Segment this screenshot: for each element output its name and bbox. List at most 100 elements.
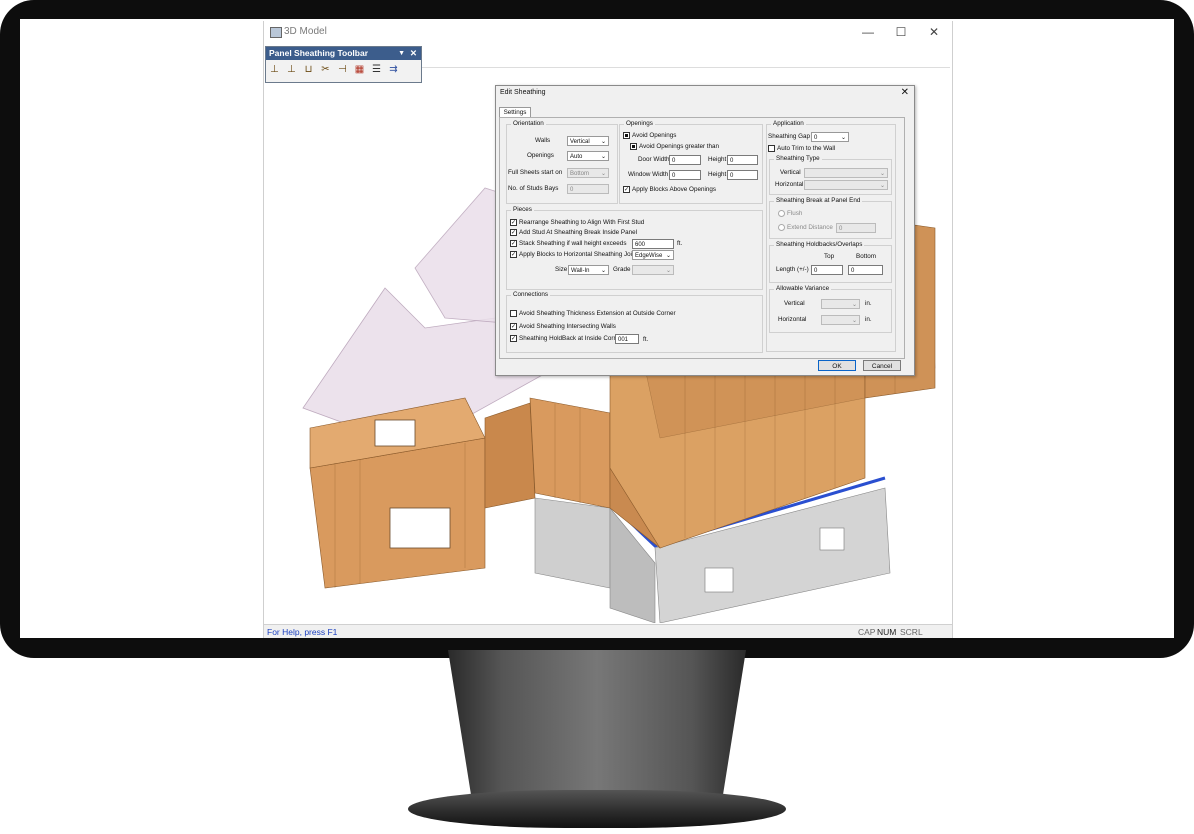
apply-blocks-checkbox[interactable]: ✓: [510, 251, 517, 258]
avoid-thickness-checkbox[interactable]: [510, 310, 517, 317]
basement-window-1: [704, 567, 734, 593]
window-width-input[interactable]: 0: [669, 170, 701, 180]
pieces-group: Pieces ✓ Rearrange Sheathing to Align Wi…: [506, 206, 763, 290]
gap-select[interactable]: 0 ⌄: [811, 132, 849, 142]
door-height-input[interactable]: 0: [727, 155, 758, 165]
application-label: Application: [771, 120, 806, 127]
apply-blocks-above-checkbox[interactable]: ✓: [623, 186, 630, 193]
auto-trim-checkbox[interactable]: [768, 145, 775, 152]
sheathing-type-group: Sheathing Type Vertical ⌄ Horizontal ⌄: [769, 155, 892, 195]
status-bar: For Help, press F1 CAP NUM SCRL: [264, 624, 952, 638]
openings-orient-value: Auto: [570, 154, 583, 160]
wall-center: [529, 397, 611, 509]
walls-label: Walls: [535, 137, 551, 144]
stack-checkbox[interactable]: ✓: [510, 240, 517, 247]
studs-bays-label: No. of Studs Bays: [508, 185, 559, 192]
rearrange-checkbox[interactable]: ✓: [510, 219, 517, 226]
trim-icon[interactable]: ✂: [319, 63, 332, 76]
bottom-label: Bottom: [856, 253, 876, 260]
basement-window-2: [819, 527, 845, 551]
ok-button[interactable]: OK: [818, 360, 856, 371]
extend-distance-label: Extend Distance: [787, 224, 833, 231]
app-icon: [270, 27, 282, 38]
toolbar-title: Panel Sheathing Toolbar: [269, 48, 369, 58]
add-sheathing-icon[interactable]: ⊥: [268, 63, 281, 76]
maximize-button[interactable]: ☐: [892, 24, 910, 40]
holdback-label: Sheathing HoldBack at Inside Corner: [519, 335, 623, 342]
move-icon[interactable]: ⊣: [336, 63, 349, 76]
walls-select[interactable]: Vertical ⌄: [567, 136, 609, 146]
var-horizontal-unit: in.: [865, 316, 872, 323]
vertical-label: Vertical: [780, 169, 801, 176]
flush-radio[interactable]: [778, 210, 785, 217]
add-stud-checkbox[interactable]: ✓: [510, 229, 517, 236]
avoid-greater-checkbox[interactable]: [630, 143, 637, 150]
num-indicator: NUM: [877, 627, 897, 637]
walls-value: Vertical: [570, 139, 590, 145]
avoid-openings-checkbox[interactable]: [623, 132, 630, 139]
toolbar-titlebar[interactable]: Panel Sheathing Toolbar ▼ ✕: [266, 47, 421, 60]
toolbar-close-icon[interactable]: ✕: [410, 47, 417, 60]
var-vertical-label: Vertical: [784, 300, 805, 307]
horizontal-type-select[interactable]: ⌄: [804, 180, 888, 190]
add-piece-icon[interactable]: ⊥: [285, 63, 298, 76]
toolbar-dropdown-icon[interactable]: ▼: [398, 47, 405, 60]
length-top-input[interactable]: 0: [811, 265, 843, 275]
avoid-thickness-label: Avoid Sheathing Thickness Extension at O…: [519, 310, 676, 317]
size-value: Wall-In: [571, 268, 590, 274]
extend-distance-input[interactable]: 0: [836, 223, 876, 233]
grade-label: Grade: [613, 266, 631, 273]
orientation-group: Orientation Walls Vertical ⌄ Openings Aut…: [506, 120, 618, 204]
connections-label: Connections: [511, 291, 551, 298]
extend-radio[interactable]: [778, 224, 785, 231]
window-height-input[interactable]: 0: [727, 170, 758, 180]
minimize-button[interactable]: —: [859, 24, 877, 40]
length-bottom-input[interactable]: 0: [848, 265, 883, 275]
foundation-left: [534, 497, 611, 589]
dialog-close-icon[interactable]: ✕: [901, 87, 909, 98]
monitor-screen: 3D Model — ☐ ✕ For Help, press F1 CAP NU…: [20, 19, 1174, 638]
length-label: Length (+/-): [776, 266, 809, 273]
apply-blocks-label: Apply Blocks to Horizontal Sheathing Joi…: [519, 251, 641, 258]
gap-value: 0: [814, 135, 818, 141]
holdbacks-label: Sheathing Holdbacks/Overlaps: [774, 241, 865, 248]
full-sheets-select[interactable]: Bottom ⌄: [567, 168, 609, 178]
stack-unit: ft.: [677, 240, 683, 247]
top-label: Top: [824, 253, 835, 260]
split-icon[interactable]: ⊔: [302, 63, 315, 76]
close-button[interactable]: ✕: [925, 24, 943, 40]
studs-bays-input[interactable]: 0: [567, 184, 609, 194]
settings-tab-pane: Orientation Walls Vertical ⌄ Openings Aut…: [499, 117, 905, 359]
avoid-intersecting-label: Avoid Sheathing Intersecting Walls: [519, 323, 616, 330]
apply-blocks-value: EdgeWise: [635, 253, 663, 259]
size-select[interactable]: Wall-In ⌄: [568, 265, 609, 275]
full-sheets-value: Bottom: [570, 171, 590, 177]
layers-icon[interactable]: ☰: [370, 63, 383, 76]
var-vertical-select[interactable]: ⌄: [821, 299, 860, 309]
sheathing-type-label: Sheathing Type: [774, 155, 822, 162]
holdback-checkbox[interactable]: ✓: [510, 335, 517, 342]
cancel-button[interactable]: Cancel: [863, 360, 901, 371]
var-horizontal-select[interactable]: ⌄: [821, 315, 860, 325]
door-width-label: Door Width: [638, 156, 670, 163]
gap-label: Sheathing Gap: [768, 133, 811, 140]
sheathing-edit-icon[interactable]: ▦: [353, 63, 366, 76]
window-titlebar[interactable]: 3D Model — ☐ ✕: [264, 21, 952, 43]
stack-label: Stack Sheathing if wall height exceeds: [519, 240, 627, 247]
export-icon[interactable]: ⇉: [387, 63, 400, 76]
vertical-type-select[interactable]: ⌄: [804, 168, 888, 178]
apply-blocks-select[interactable]: EdgeWise ⌄: [632, 250, 674, 260]
holdback-input[interactable]: 001: [615, 334, 639, 344]
size-label: Size: [555, 266, 568, 273]
full-sheets-label: Full Sheets start on: [508, 169, 563, 176]
door-width-input[interactable]: 0: [669, 155, 701, 165]
dialog-title: Edit Sheathing: [500, 89, 546, 96]
openings-orient-select[interactable]: Auto ⌄: [567, 151, 609, 161]
stack-height-input[interactable]: 600: [632, 239, 674, 249]
grade-select[interactable]: ⌄: [632, 265, 674, 275]
avoid-intersecting-checkbox[interactable]: ✓: [510, 323, 517, 330]
variance-label: Allowable Variance: [774, 285, 832, 292]
holdback-unit: ft.: [643, 336, 649, 343]
variance-group: Allowable Variance Vertical ⌄ in. Horizo…: [769, 285, 892, 333]
window-title: 3D Model: [284, 26, 327, 37]
